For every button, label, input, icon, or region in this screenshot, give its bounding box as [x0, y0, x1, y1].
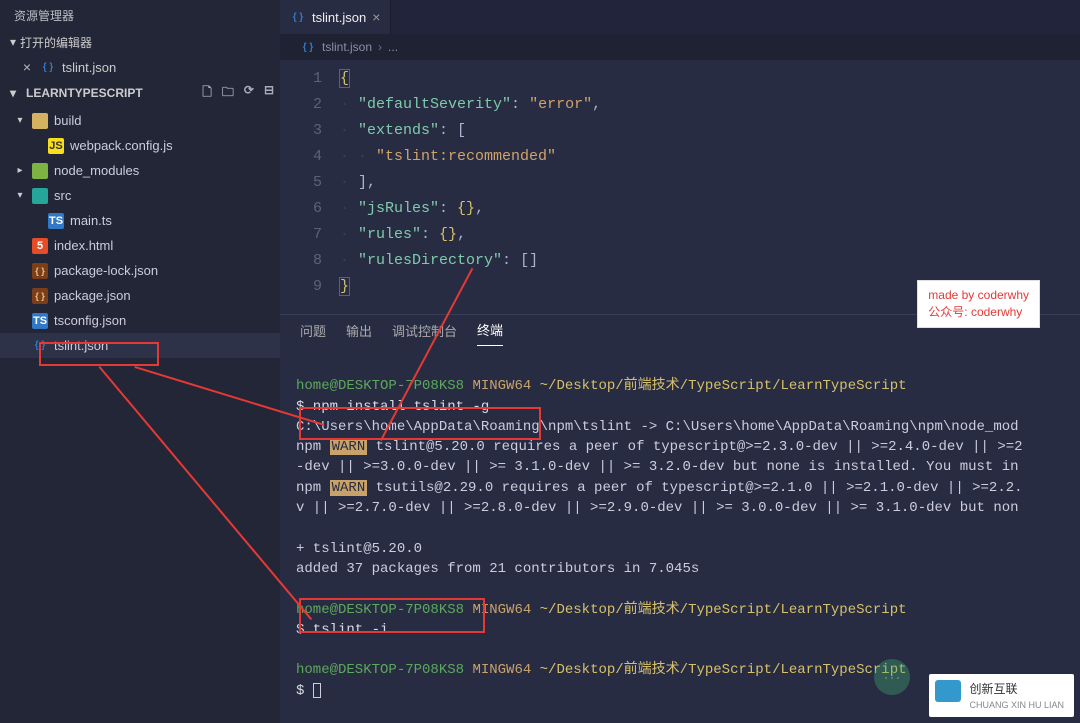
- tree-item-tslint-json[interactable]: { } tslint.json: [0, 333, 280, 358]
- tree-label: src: [54, 188, 71, 203]
- tab-bar: { } tslint.json ×: [280, 0, 1080, 34]
- refresh-icon[interactable]: ⟳: [244, 83, 254, 104]
- tslint-icon: { }: [300, 39, 316, 55]
- panel-tab-0[interactable]: 问题: [300, 321, 326, 346]
- open-editors-label: 打开的编辑器: [20, 34, 92, 51]
- tree-label: webpack.config.js: [70, 138, 173, 153]
- chevron-down-icon: ▾: [6, 35, 20, 49]
- tab-label: tslint.json: [312, 10, 366, 25]
- open-editor-file: tslint.json: [62, 60, 116, 75]
- file-icon: [32, 113, 48, 129]
- tab-close-icon[interactable]: ×: [372, 9, 380, 25]
- chevron-icon: ▾: [14, 115, 26, 126]
- tree-label: package-lock.json: [54, 263, 158, 278]
- tree-item-main-ts[interactable]: TS main.ts: [0, 208, 280, 233]
- file-icon: TS: [48, 213, 64, 229]
- file-icon: TS: [32, 313, 48, 329]
- file-icon: JS: [48, 138, 64, 154]
- code-content: { · "defaultSeverity": "error", · "exten…: [340, 60, 601, 300]
- chevron-down-icon: ▾: [6, 86, 20, 100]
- explorer-sidebar: 资源管理器 ▾ 打开的编辑器 × { } tslint.json ▾ LEARN…: [0, 0, 280, 723]
- project-header[interactable]: ▾ LEARNTYPESCRIPT 🗋 🗀 ⟳ ⊟: [0, 80, 280, 106]
- tree-item-build[interactable]: ▾ build: [0, 108, 280, 133]
- project-actions: 🗋 🗀 ⟳ ⊟: [202, 83, 274, 104]
- new-file-icon[interactable]: 🗋: [202, 83, 212, 104]
- tree-item-webpack-config-js[interactable]: JS webpack.config.js: [0, 133, 280, 158]
- panel-tab-2[interactable]: 调试控制台: [392, 321, 457, 346]
- collapse-icon[interactable]: ⊟: [264, 83, 274, 104]
- open-editors-header[interactable]: ▾ 打开的编辑器: [0, 30, 280, 54]
- breadcrumb-file: tslint.json: [322, 40, 372, 54]
- tslint-icon: { }: [40, 59, 56, 75]
- tree-item-tsconfig-json[interactable]: TS tsconfig.json: [0, 308, 280, 333]
- code-editor[interactable]: 123456789 { · "defaultSeverity": "error"…: [280, 60, 1080, 314]
- tree-label: package.json: [54, 288, 131, 303]
- line-numbers: 123456789: [280, 60, 340, 300]
- sidebar-title: 资源管理器: [0, 0, 280, 30]
- project-name: LEARNTYPESCRIPT: [26, 86, 143, 100]
- panel-tab-1[interactable]: 输出: [346, 321, 372, 346]
- cursor: [313, 683, 321, 698]
- new-folder-icon[interactable]: 🗀: [222, 83, 234, 104]
- file-icon: [32, 188, 48, 204]
- logo-badge: 创新互联CHUANG XIN HU LIAN: [929, 674, 1074, 717]
- tree-item-package-lock-json[interactable]: { } package-lock.json: [0, 258, 280, 283]
- main-area: { } tslint.json × { } tslint.json › ... …: [280, 0, 1080, 723]
- file-icon: [32, 163, 48, 179]
- file-icon: { }: [32, 288, 48, 304]
- file-icon: { }: [32, 263, 48, 279]
- terminal[interactable]: home@DESKTOP-7P08KS8 MINGW64 ~/Desktop/前…: [280, 346, 1080, 723]
- tree-item-node-modules[interactable]: ▸ node_modules: [0, 158, 280, 183]
- chat-icon[interactable]: [874, 659, 910, 695]
- breadcrumb[interactable]: { } tslint.json › ...: [280, 34, 1080, 60]
- tree-label: main.ts: [70, 213, 112, 228]
- tree-label: build: [54, 113, 81, 128]
- file-icon: { }: [32, 338, 48, 354]
- chevron-icon: ▸: [14, 165, 26, 176]
- tree-label: tslint.json: [54, 338, 108, 353]
- tree-item-index-html[interactable]: 5 index.html: [0, 233, 280, 258]
- tree-label: index.html: [54, 238, 113, 253]
- file-tree: ▾ build JS webpack.config.js ▸ node_modules ▾ s…: [0, 106, 280, 358]
- watermark: made by coderwhy 公众号: coderwhy: [917, 280, 1040, 328]
- tslint-icon: { }: [290, 9, 306, 25]
- close-icon[interactable]: ×: [20, 59, 34, 75]
- breadcrumb-dots: ...: [388, 40, 398, 54]
- tree-label: tsconfig.json: [54, 313, 126, 328]
- panel-tab-3[interactable]: 终端: [477, 320, 503, 346]
- tree-item-package-json[interactable]: { } package.json: [0, 283, 280, 308]
- chevron-icon: ▾: [14, 190, 26, 201]
- tab-tslint[interactable]: { } tslint.json ×: [280, 0, 391, 34]
- tree-item-src[interactable]: ▾ src: [0, 183, 280, 208]
- chevron-right-icon: ›: [378, 40, 382, 54]
- tree-label: node_modules: [54, 163, 139, 178]
- file-icon: 5: [32, 238, 48, 254]
- open-editor-item[interactable]: × { } tslint.json: [0, 54, 280, 80]
